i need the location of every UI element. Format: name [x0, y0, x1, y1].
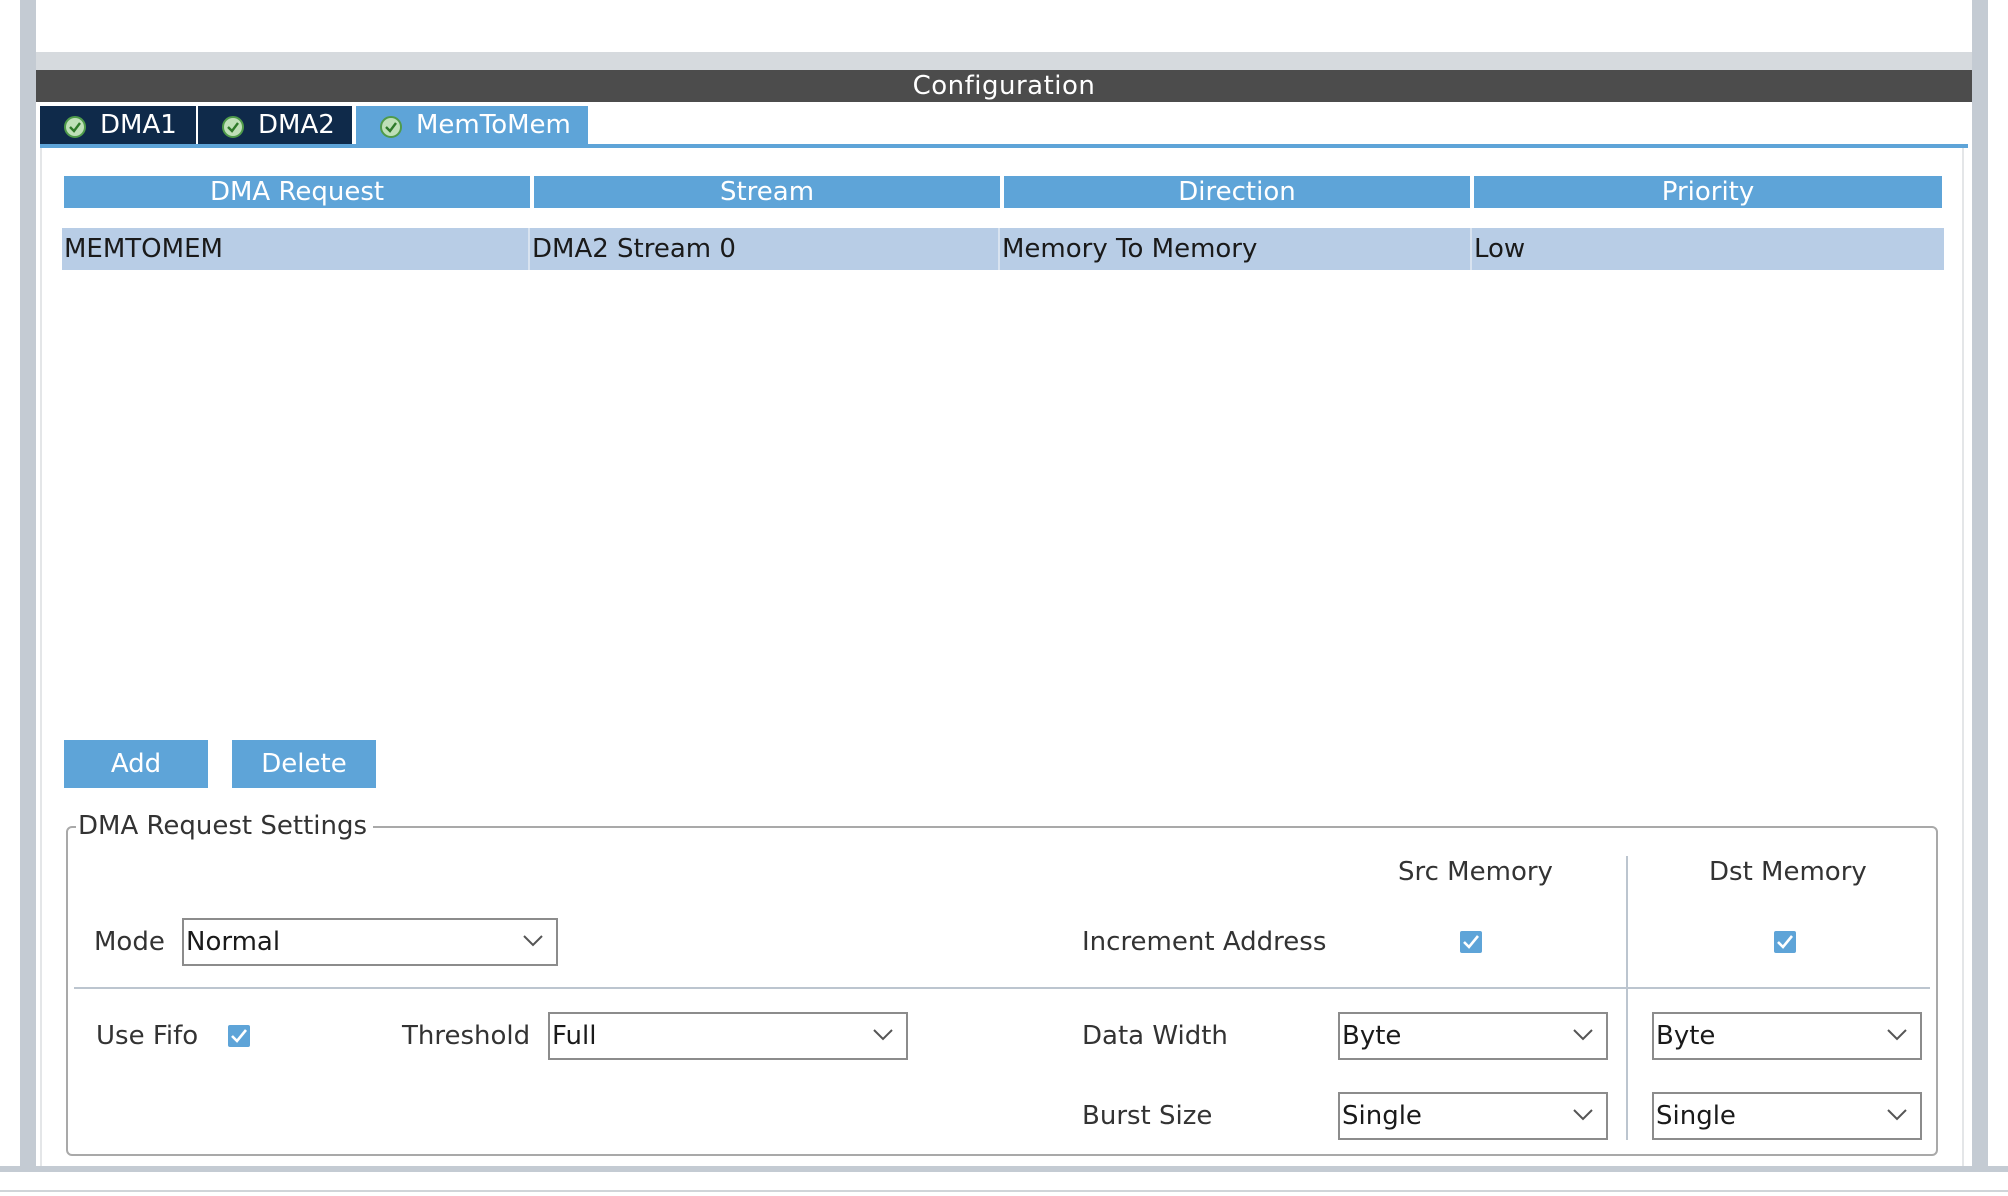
cell-priority: Low	[1474, 234, 1526, 264]
threshold-label: Threshold	[402, 1021, 531, 1051]
tab-memtomem[interactable]: MemToMem	[356, 106, 588, 144]
src-increment-checkbox[interactable]	[1460, 931, 1482, 953]
column-header-stream[interactable]: Stream	[534, 176, 1000, 208]
mode-label: Mode	[94, 927, 165, 957]
column-divider	[1626, 856, 1628, 1140]
add-button[interactable]: Add	[64, 740, 208, 788]
column-header-priority[interactable]: Priority	[1474, 176, 1942, 208]
tab-label: DMA1	[100, 110, 177, 140]
dst-burst-size-select[interactable]: Single	[1652, 1092, 1922, 1140]
window-frame-divider	[0, 1190, 2008, 1192]
use-fifo-label: Use Fifo	[96, 1021, 199, 1051]
tab-dma1[interactable]: DMA1	[40, 106, 196, 144]
tab-label: DMA2	[258, 110, 335, 140]
cell-direction: Memory To Memory	[1000, 228, 1472, 270]
check-circle-icon	[380, 116, 402, 138]
chevron-down-icon	[523, 935, 543, 947]
check-circle-icon	[222, 116, 244, 138]
chevron-down-icon	[1887, 1109, 1907, 1121]
dst-memory-header: Dst Memory	[1709, 857, 1867, 887]
src-memory-header: Src Memory	[1398, 857, 1553, 887]
threshold-value: Full	[552, 1021, 597, 1051]
chevron-down-icon	[1573, 1109, 1593, 1121]
src-data-width-value: Byte	[1342, 1021, 1402, 1051]
panel-top-gap	[36, 52, 1972, 70]
src-data-width-select[interactable]: Byte	[1338, 1012, 1608, 1060]
dst-data-width-value: Byte	[1656, 1021, 1716, 1051]
window-frame-left	[20, 0, 36, 1170]
window-frame-right	[1972, 0, 1988, 1170]
settings-legend: DMA Request Settings	[76, 810, 374, 842]
row-divider	[74, 987, 1930, 989]
mode-select[interactable]: Normal	[182, 918, 558, 966]
src-burst-size-select[interactable]: Single	[1338, 1092, 1608, 1140]
configuration-title-bar: Configuration	[36, 70, 1972, 102]
check-icon	[1463, 935, 1480, 949]
delete-button[interactable]: Delete	[232, 740, 376, 788]
dst-data-width-select[interactable]: Byte	[1652, 1012, 1922, 1060]
table-header: DMA Request Stream Direction Priority	[64, 176, 1942, 208]
chevron-down-icon	[873, 1029, 893, 1041]
increment-address-label: Increment Address	[1082, 927, 1327, 957]
src-burst-size-value: Single	[1342, 1101, 1422, 1131]
dst-increment-checkbox[interactable]	[1774, 931, 1796, 953]
threshold-select[interactable]: Full	[548, 1012, 908, 1060]
window-frame-bottom	[0, 1166, 2008, 1172]
tab-dma2[interactable]: DMA2	[198, 106, 352, 144]
data-width-label: Data Width	[1082, 1021, 1228, 1051]
table-row[interactable]: MEMTOMEM DMA2 Stream 0 Memory To Memory …	[62, 228, 1944, 270]
chevron-down-icon	[1573, 1029, 1593, 1041]
check-circle-icon	[64, 116, 86, 138]
check-icon	[1777, 935, 1794, 949]
chevron-down-icon	[1887, 1029, 1907, 1041]
mode-value: Normal	[186, 927, 281, 957]
cell-dma-request: MEMTOMEM	[62, 228, 530, 270]
check-icon	[231, 1029, 248, 1043]
tab-label: MemToMem	[416, 110, 571, 140]
dst-burst-size-value: Single	[1656, 1101, 1736, 1131]
column-header-direction[interactable]: Direction	[1004, 176, 1470, 208]
use-fifo-checkbox[interactable]	[228, 1025, 250, 1047]
burst-size-label: Burst Size	[1082, 1101, 1213, 1131]
cell-stream: DMA2 Stream 0	[530, 228, 1000, 270]
column-header-dma-request[interactable]: DMA Request	[64, 176, 530, 208]
